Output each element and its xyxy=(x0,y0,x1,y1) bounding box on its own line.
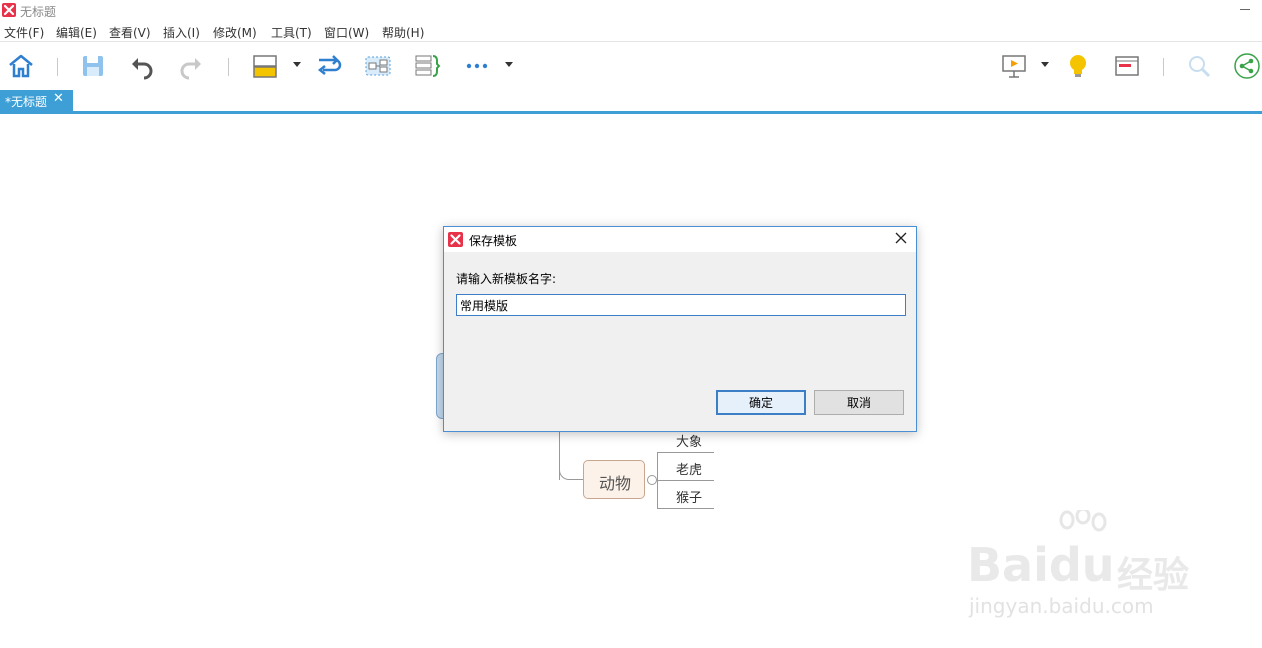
save-icon[interactable] xyxy=(79,52,107,80)
ok-button[interactable]: 确定 xyxy=(716,390,806,415)
chevron-down-icon[interactable] xyxy=(293,62,301,67)
watermark-brand: Baidu xyxy=(967,538,1115,592)
main-topic-node[interactable]: 动物 xyxy=(583,460,645,499)
summary-icon[interactable] xyxy=(413,52,441,80)
cancel-button[interactable]: 取消 xyxy=(814,390,904,415)
menu-view[interactable]: 查看(V) xyxy=(109,24,151,41)
dialog-title: 保存模板 xyxy=(469,234,518,248)
menu-modify[interactable]: 修改(M) xyxy=(213,24,257,41)
share-icon[interactable] xyxy=(1233,52,1261,80)
template-name-input[interactable] xyxy=(456,294,906,316)
toolbar xyxy=(0,42,1262,90)
topic-style-icon[interactable] xyxy=(251,52,279,80)
connector-line xyxy=(657,508,714,509)
connector-line xyxy=(657,480,714,481)
toolbar-divider xyxy=(57,58,58,76)
dialog-title-bar: 保存模板 xyxy=(444,227,916,252)
menu-insert[interactable]: 插入(I) xyxy=(163,24,200,41)
tab-label: *无标题 xyxy=(5,95,48,109)
chevron-down-icon[interactable] xyxy=(505,62,513,67)
menu-window[interactable]: 窗口(W) xyxy=(324,24,369,41)
app-logo-icon xyxy=(2,3,16,17)
more-icon[interactable] xyxy=(463,52,491,80)
subtopic[interactable]: 猴子 xyxy=(676,487,702,506)
search-icon[interactable] xyxy=(1185,52,1213,80)
minimize-button[interactable] xyxy=(1240,4,1250,14)
connector-line xyxy=(559,455,585,480)
gantt-icon[interactable] xyxy=(1113,52,1141,80)
close-icon[interactable] xyxy=(894,231,908,245)
save-template-dialog: 保存模板 请输入新模板名字: 确定 取消 xyxy=(443,226,917,432)
chevron-down-icon[interactable] xyxy=(1041,62,1049,67)
home-icon[interactable] xyxy=(7,52,35,80)
redo-icon[interactable] xyxy=(177,52,205,80)
undo-icon[interactable] xyxy=(128,52,156,80)
connector-line xyxy=(657,452,714,453)
template-name-label: 请输入新模板名字: xyxy=(456,272,557,286)
subtopic[interactable]: 大象 xyxy=(676,431,702,450)
window-title: 无标题 xyxy=(20,5,57,19)
menu-help[interactable]: 帮助(H) xyxy=(382,24,424,41)
boundary-icon[interactable] xyxy=(364,52,392,80)
menu-bar: 文件(F) 编辑(E) 查看(V) 插入(I) 修改(M) 工具(T) 窗口(W… xyxy=(0,22,1262,42)
watermark-brand-cn: 经验 xyxy=(1117,555,1190,596)
close-icon[interactable]: ✕ xyxy=(53,92,64,106)
tab-untitled[interactable]: *无标题 ✕ xyxy=(0,90,73,111)
baidu-watermark: Baidu 经验 jingyan.baidu.com xyxy=(965,510,1205,620)
watermark-url: jingyan.baidu.com xyxy=(969,594,1154,618)
subtopic[interactable]: 老虎 xyxy=(676,459,702,478)
idea-icon[interactable] xyxy=(1064,52,1092,80)
collapse-toggle[interactable] xyxy=(647,475,657,485)
app-logo-icon xyxy=(448,232,463,247)
title-bar: 无标题 xyxy=(0,0,1262,22)
toolbar-divider xyxy=(228,58,229,76)
toolbar-divider xyxy=(1163,58,1164,76)
menu-edit[interactable]: 编辑(E) xyxy=(56,24,97,41)
tab-strip: *无标题 ✕ xyxy=(0,90,1262,114)
menu-file[interactable]: 文件(F) xyxy=(4,24,44,41)
topic-label: 动物 xyxy=(598,474,631,493)
relationship-icon[interactable] xyxy=(315,52,343,80)
presentation-icon[interactable] xyxy=(1000,52,1028,80)
menu-tools[interactable]: 工具(T) xyxy=(271,24,312,41)
